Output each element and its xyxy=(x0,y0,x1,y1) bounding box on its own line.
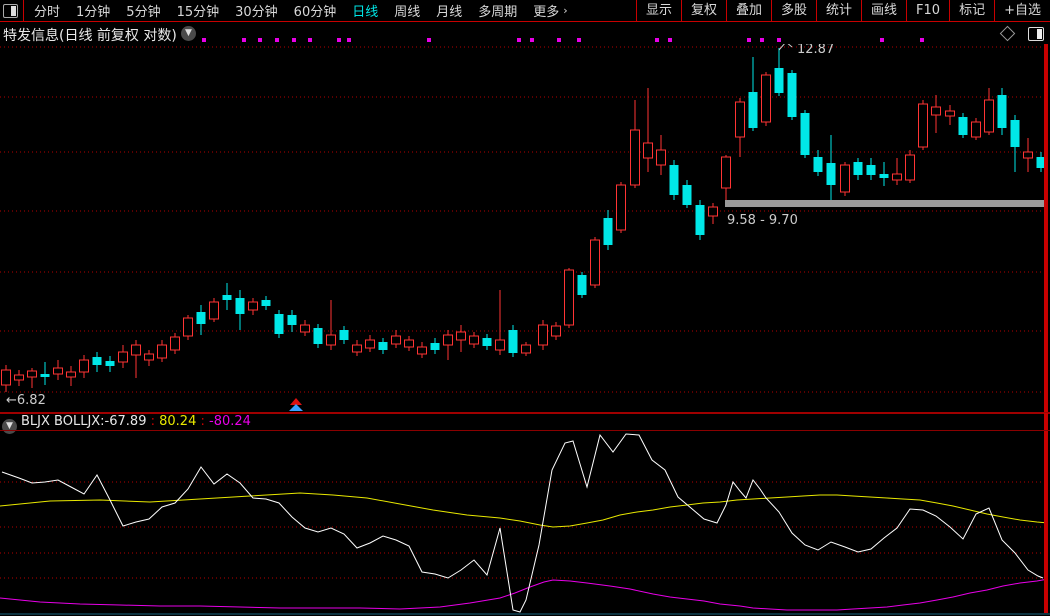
low-price-label: ←6.82 xyxy=(6,393,46,408)
toolbar-period-3[interactable]: 15分钟 xyxy=(169,1,228,20)
toolbar-period-5[interactable]: 60分钟 xyxy=(286,1,345,20)
signal-dot xyxy=(668,38,672,42)
toolbar-period-9[interactable]: 多周期 xyxy=(470,1,525,20)
toolbar-period-7[interactable]: 周线 xyxy=(386,1,428,20)
split-window-icon[interactable] xyxy=(3,4,18,18)
toolbar-tool-6[interactable]: F10 xyxy=(906,0,949,22)
toolbar-period-4[interactable]: 30分钟 xyxy=(227,1,286,20)
signal-dot xyxy=(777,38,781,42)
chart-right-border xyxy=(1044,44,1048,412)
lower-band xyxy=(0,579,1048,610)
signal-dot xyxy=(530,38,534,42)
signal-dot xyxy=(275,38,279,42)
indicator-value-2: 80.24 xyxy=(159,414,196,429)
toolbar-tool-4[interactable]: 统计 xyxy=(816,0,861,22)
toolbar-period-6[interactable]: 日线 xyxy=(344,1,386,20)
signal-dot xyxy=(242,38,246,42)
chevron-right-icon: › xyxy=(563,4,567,17)
toolbar-tool-0[interactable]: 显示 xyxy=(636,0,681,22)
toolbar-tool-1[interactable]: 复权 xyxy=(681,0,726,22)
toolbar-divider xyxy=(23,0,24,22)
signal-dot xyxy=(557,38,561,42)
chevron-down-circle-icon[interactable]: ▼ xyxy=(181,26,196,41)
toolbar-period-1[interactable]: 1分钟 xyxy=(68,1,118,20)
toolbar-period-2[interactable]: 5分钟 xyxy=(118,1,168,20)
indicator-header-divider xyxy=(0,430,1050,431)
signal-dot xyxy=(655,38,659,42)
candlestick-chart[interactable]: 12.87 9.58 - 9.70 ←6.82 xyxy=(0,44,1050,412)
signal-dot xyxy=(347,38,351,42)
indicator-chart[interactable] xyxy=(0,413,1050,616)
signal-dot xyxy=(747,38,751,42)
signal-dot xyxy=(577,38,581,42)
bolljx-line xyxy=(2,434,1043,612)
signal-dot xyxy=(202,38,206,42)
signal-dot xyxy=(880,38,884,42)
indicator-value-3: : xyxy=(196,414,209,429)
trading-app-window: 分时1分钟5分钟15分钟30分钟60分钟日线周线月线多周期更多› 显示复权叠加多… xyxy=(0,0,1050,616)
toolbar-tool-8[interactable]: +自选 xyxy=(994,0,1050,22)
upper-band xyxy=(0,493,1048,527)
toolbar-tool-5[interactable]: 画线 xyxy=(861,0,906,22)
signal-dot xyxy=(292,38,296,42)
price-gridlines xyxy=(0,47,1044,392)
signal-dot xyxy=(427,38,431,42)
chart-title-bar: 特发信息(日线 前复权 对数) ▼ xyxy=(0,23,1050,43)
indicator-value-1: : xyxy=(146,414,159,429)
signal-dot xyxy=(760,38,764,42)
candles xyxy=(2,48,1046,392)
toolbar-period-0[interactable]: 分时 xyxy=(26,1,68,20)
indicator-header: ▼BLJX BOLLJX:-67.89 : 80.24 : -80.24 xyxy=(2,414,251,430)
indicator-right-border xyxy=(1044,413,1048,613)
stock-title: 特发信息(日线 前复权 对数) xyxy=(3,25,177,45)
period-toolbar: 分时1分钟5分钟15分钟30分钟60分钟日线周线月线多周期更多› 显示复权叠加多… xyxy=(0,0,1050,22)
toolbar-period-10[interactable]: 更多 xyxy=(525,1,567,20)
gap-zone-bar xyxy=(725,200,1047,207)
signal-dot xyxy=(920,38,924,42)
zigzag-marker xyxy=(289,398,303,411)
diamond-icon[interactable] xyxy=(1000,26,1016,42)
indicator-gridlines xyxy=(0,482,1044,578)
signal-dot xyxy=(258,38,262,42)
indicator-value-0: BLJX BOLLJX:-67.89 xyxy=(21,414,146,429)
window-split-icon[interactable] xyxy=(1028,27,1044,41)
toolbar-tool-7[interactable]: 标记 xyxy=(949,0,994,22)
signal-dot xyxy=(517,38,521,42)
toolbar-tool-2[interactable]: 叠加 xyxy=(726,0,771,22)
signal-dot xyxy=(308,38,312,42)
toolbar-period-8[interactable]: 月线 xyxy=(428,1,470,20)
window-bottom-edge xyxy=(0,613,1050,615)
toolbar-tool-3[interactable]: 多股 xyxy=(771,0,816,22)
gap-price-label: 9.58 - 9.70 xyxy=(727,213,798,228)
signal-dot xyxy=(337,38,341,42)
peak-price-label: 12.87 xyxy=(797,44,834,57)
indicator-value-4: -80.24 xyxy=(209,414,251,429)
chevron-down-circle-icon[interactable]: ▼ xyxy=(2,419,17,434)
